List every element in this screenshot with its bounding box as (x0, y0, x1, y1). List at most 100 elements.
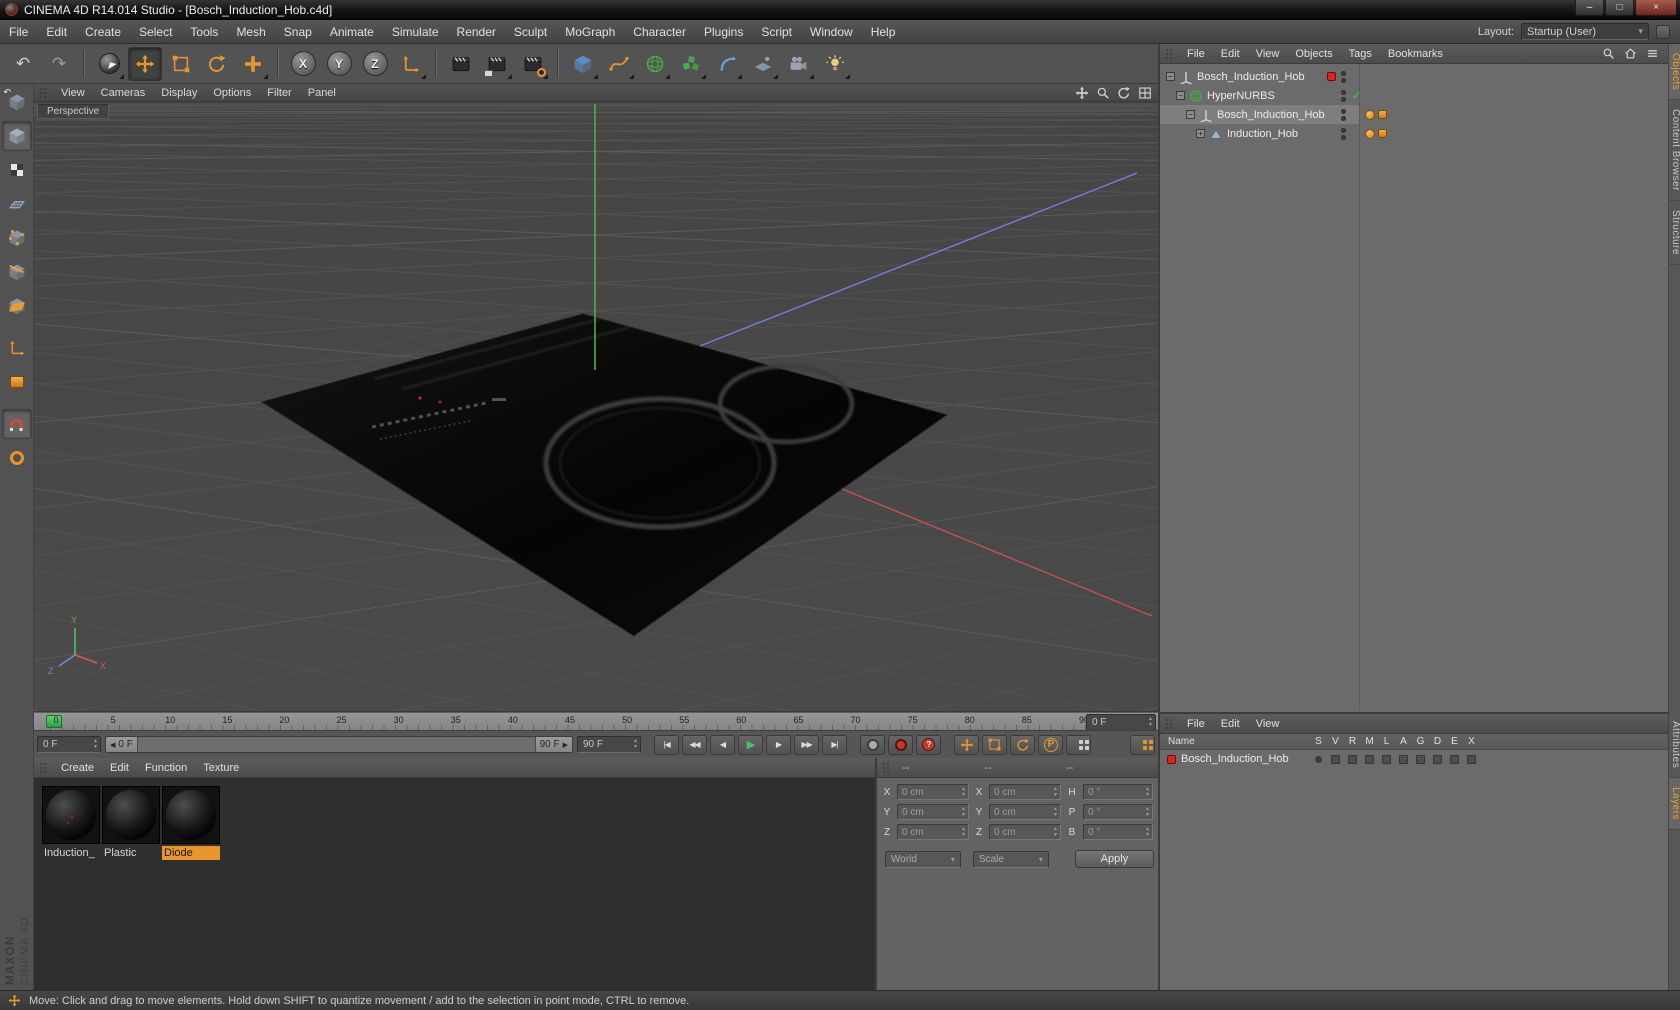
texture-mode-button[interactable] (2, 155, 32, 185)
viewport-menu-display[interactable]: Display (153, 87, 205, 99)
viewport-3d[interactable]: Y X Z Perspective (34, 102, 1158, 712)
stepper-icon[interactable]: ▲ ▼ (1050, 806, 1058, 818)
add-mograph-button[interactable] (674, 47, 708, 81)
pan-view-icon[interactable] (1075, 86, 1089, 100)
object-menu-tags[interactable]: Tags (1341, 48, 1380, 60)
layer-toggle-l[interactable] (1378, 754, 1395, 764)
maximize-button[interactable]: □ (1605, 0, 1634, 16)
menu-mograph[interactable]: MoGraph (556, 20, 624, 44)
lock-x-axis-button[interactable]: X (286, 47, 320, 81)
menu-animate[interactable]: Animate (321, 20, 383, 44)
zoom-view-icon[interactable] (1096, 86, 1110, 100)
close-button[interactable]: × (1635, 0, 1677, 16)
model-mode-button[interactable] (1, 121, 32, 151)
panel-grip-icon[interactable] (882, 761, 890, 774)
ruler-frame-field[interactable]: 0 F ▲ ▼ (1086, 714, 1156, 731)
tab-structure[interactable]: Structure (1669, 201, 1680, 266)
tab-layers[interactable]: Layers (1669, 778, 1680, 831)
key-pla-toggle[interactable] (1066, 734, 1091, 755)
menu-simulate[interactable]: Simulate (383, 20, 448, 44)
stepper-icon[interactable]: ▲ ▼ (1145, 717, 1153, 728)
texture-tag-icon[interactable] (1378, 129, 1387, 138)
material-sphere-preview[interactable] (42, 786, 100, 844)
material-name[interactable]: Plastic (102, 846, 160, 860)
scale-tool-button[interactable] (164, 47, 198, 81)
add-camera-button[interactable] (782, 47, 816, 81)
search-icon[interactable] (1602, 47, 1615, 60)
move-tool-button[interactable] (128, 46, 162, 81)
enabled-check-icon[interactable]: ✓ (1352, 89, 1361, 102)
render-settings-button[interactable] (516, 47, 550, 81)
material-menu-function[interactable]: Function (137, 762, 195, 774)
key-position-toggle[interactable] (954, 734, 979, 755)
menu-file[interactable]: File (0, 20, 37, 44)
undo-button[interactable]: ↶ (6, 47, 40, 81)
play-button[interactable]: ▶ (738, 734, 763, 755)
position-y-field[interactable]: 0 cm ▲ ▼ (897, 804, 969, 820)
menu-snap[interactable]: Snap (275, 20, 321, 44)
record-keyframe-button[interactable] (860, 734, 885, 755)
stepper-icon[interactable]: ▲ ▼ (1050, 786, 1058, 798)
layer-toggle-e[interactable] (1446, 754, 1463, 764)
stepper-icon[interactable]: ▲ ▼ (958, 826, 966, 838)
workplane-snap-button[interactable] (2, 443, 32, 473)
home-icon[interactable] (1624, 47, 1637, 60)
material-sphere-preview[interactable] (162, 786, 220, 844)
tab-attributes[interactable]: Attributes (1669, 712, 1680, 779)
material-menu-texture[interactable]: Texture (195, 762, 247, 774)
stepper-icon[interactable]: ▲ ▼ (958, 786, 966, 798)
layer-toggle-v[interactable] (1327, 754, 1344, 764)
layer-toggle-d[interactable] (1429, 754, 1446, 764)
menu-plugins[interactable]: Plugins (695, 20, 752, 44)
rotation-b-field[interactable]: 0 ° ▲ ▼ (1083, 824, 1153, 840)
rotation-p-field[interactable]: 0 ° ▲ ▼ (1083, 804, 1153, 820)
axis-mode-button[interactable] (2, 333, 32, 363)
current-frame-field[interactable]: 0 F ▲ ▼ (37, 736, 101, 753)
position-z-field[interactable]: 0 cm ▲ ▼ (897, 824, 969, 840)
menu-script[interactable]: Script (752, 20, 801, 44)
stepper-icon[interactable]: ▲ ▼ (630, 739, 638, 750)
panel-grip-icon[interactable] (1165, 717, 1173, 730)
autokey-button[interactable] (888, 734, 913, 755)
record-options-button[interactable]: ? (916, 734, 941, 755)
apply-button[interactable]: Apply (1074, 850, 1154, 868)
layer-toggle-s[interactable] (1310, 755, 1327, 764)
add-environment-button[interactable] (746, 47, 780, 81)
points-mode-button[interactable] (2, 223, 32, 253)
tab-content-browser[interactable]: Content Browser (1669, 100, 1680, 202)
rotation-h-field[interactable]: 0 ° ▲ ▼ (1083, 784, 1153, 800)
panel-grip-icon[interactable] (39, 761, 47, 774)
layout-dropdown[interactable]: Startup (User) ▾ (1521, 23, 1649, 40)
layer-toggle-x[interactable] (1463, 754, 1480, 764)
material-item-induction[interactable]: Induction_ (42, 786, 100, 860)
menu-character[interactable]: Character (624, 20, 695, 44)
tree-row-bosch-induction-hob[interactable]: − Bosch_Induction_Hob (1160, 67, 1668, 86)
snap-toggle-button[interactable] (1, 409, 32, 439)
menu-edit[interactable]: Edit (37, 20, 76, 44)
object-menu-view[interactable]: View (1248, 48, 1288, 60)
tree-row-bosch-induction-hob-child[interactable]: − Bosch_Induction_Hob (1160, 105, 1668, 124)
visibility-dots[interactable] (1341, 70, 1346, 83)
layer-row-bosch-induction-hob[interactable]: Bosch_Induction_Hob (1160, 750, 1668, 768)
menu-sculpt[interactable]: Sculpt (505, 20, 556, 44)
visibility-dots[interactable] (1341, 89, 1346, 102)
material-name[interactable]: Induction_ (42, 846, 100, 860)
viewport-menu-filter[interactable]: Filter (259, 87, 299, 99)
stepper-icon[interactable]: ▲ ▼ (1050, 826, 1058, 838)
stepper-icon[interactable]: ▲ ▼ (958, 806, 966, 818)
end-frame-field[interactable]: 90 F ▲ ▼ (577, 736, 641, 753)
timeline-range-slider[interactable]: ◀ 0 F 90 F ▶ (105, 736, 573, 753)
tab-objects[interactable]: Objects (1669, 44, 1680, 101)
phong-tag-icon[interactable] (1365, 128, 1375, 139)
range-end-handle[interactable]: 90 F ▶ (534, 737, 572, 752)
panel-grip-icon[interactable] (1165, 47, 1173, 60)
rotate-tool-button[interactable] (200, 47, 234, 81)
coordinate-system-dropdown[interactable]: World ▾ (885, 850, 961, 868)
layer-menu-file[interactable]: File (1179, 718, 1213, 730)
add-light-button[interactable] (818, 47, 852, 81)
key-scale-toggle[interactable] (982, 734, 1007, 755)
scale-mode-dropdown[interactable]: Scale ▾ (972, 850, 1049, 868)
expander-icon[interactable]: − (1166, 72, 1175, 81)
lock-z-axis-button[interactable]: Z (358, 47, 392, 81)
add-cube-button[interactable] (566, 47, 600, 81)
